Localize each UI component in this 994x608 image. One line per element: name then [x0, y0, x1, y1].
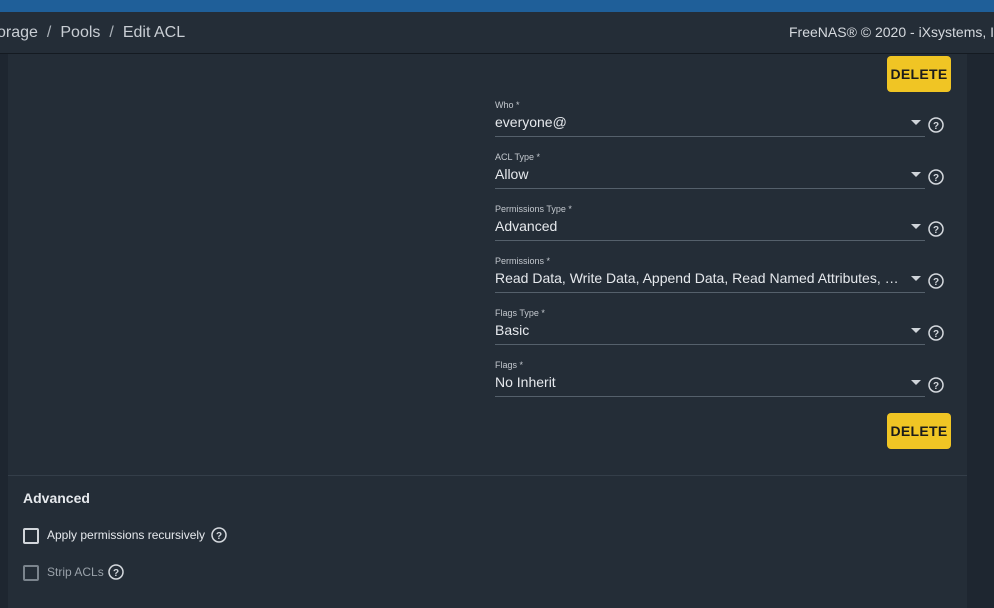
- top-accent-strip: [0, 0, 994, 12]
- help-circle-icon[interactable]: ?: [211, 527, 227, 543]
- delete-ace-button[interactable]: DELETE: [887, 413, 951, 449]
- strip-acls-checkbox[interactable]: [23, 565, 39, 581]
- chevron-down-icon: [911, 224, 921, 229]
- breadcrumb-pools[interactable]: Pools: [60, 24, 100, 41]
- breadcrumb: orage / Pools / Edit ACL: [0, 12, 185, 53]
- field-underline: [495, 344, 925, 345]
- who-label: Who *: [495, 100, 520, 110]
- acl-type-value: Allow: [495, 166, 529, 182]
- breadcrumb-storage[interactable]: orage: [0, 24, 38, 41]
- apply-recursively-checkbox[interactable]: [23, 528, 39, 544]
- section-divider: [8, 475, 967, 476]
- help-circle-icon[interactable]: ?: [928, 273, 944, 289]
- permissions-type-select[interactable]: Permissions Type * Advanced: [495, 204, 925, 246]
- svg-text:?: ?: [933, 173, 939, 184]
- flags-type-value: Basic: [495, 322, 530, 338]
- copyright-text: FreeNAS® © 2020 - iXsystems, In: [789, 24, 994, 40]
- permissions-value: Read Data, Write Data, Append Data, Read…: [495, 270, 903, 286]
- help-circle-icon[interactable]: ?: [928, 117, 944, 133]
- field-underline: [495, 136, 925, 137]
- advanced-section-title: Advanced: [23, 490, 90, 506]
- flags-type-label: Flags Type *: [495, 308, 545, 318]
- field-underline: [495, 188, 925, 189]
- field-underline: [495, 292, 925, 293]
- acl-type-label: ACL Type *: [495, 152, 541, 162]
- chevron-down-icon: [911, 380, 921, 385]
- who-value: everyone@: [495, 114, 567, 130]
- svg-text:?: ?: [933, 381, 939, 392]
- help-circle-icon[interactable]: ?: [928, 377, 944, 393]
- permissions-select[interactable]: Permissions * Read Data, Write Data, App…: [495, 256, 925, 298]
- chevron-down-icon: [911, 120, 921, 125]
- help-circle-icon[interactable]: ?: [108, 564, 124, 580]
- permissions-type-label: Permissions Type *: [495, 204, 572, 214]
- help-circle-icon[interactable]: ?: [928, 221, 944, 237]
- svg-text:?: ?: [933, 121, 939, 132]
- flags-label: Flags *: [495, 360, 524, 370]
- breadcrumb-separator: /: [109, 24, 114, 41]
- page-header: orage / Pools / Edit ACL FreeNAS® © 2020 - i…: [0, 12, 994, 54]
- svg-text:?: ?: [933, 225, 939, 236]
- flags-select[interactable]: Flags * No Inherit: [495, 360, 925, 402]
- permissions-label: Permissions *: [495, 256, 551, 266]
- breadcrumb-separator: /: [46, 24, 52, 41]
- flags-type-select[interactable]: Flags Type * Basic: [495, 308, 925, 350]
- chevron-down-icon: [911, 328, 921, 333]
- help-circle-icon[interactable]: ?: [928, 169, 944, 185]
- field-underline: [495, 396, 925, 397]
- svg-text:?: ?: [933, 329, 939, 340]
- who-select[interactable]: Who * everyone@: [495, 100, 925, 142]
- svg-text:?: ?: [216, 531, 222, 542]
- flags-value: No Inherit: [495, 374, 556, 390]
- help-circle-icon[interactable]: ?: [928, 325, 944, 341]
- svg-text:?: ?: [933, 277, 939, 288]
- chevron-down-icon: [911, 276, 921, 281]
- chevron-down-icon: [911, 172, 921, 177]
- svg-text:?: ?: [113, 568, 119, 579]
- breadcrumb-edit-acl: Edit ACL: [122, 24, 186, 41]
- acl-type-select[interactable]: ACL Type * Allow: [495, 152, 925, 194]
- apply-recursively-label[interactable]: Apply permissions recursively: [47, 528, 205, 542]
- strip-acls-label[interactable]: Strip ACLs: [47, 565, 104, 579]
- permissions-type-value: Advanced: [495, 218, 558, 234]
- field-underline: [495, 240, 925, 241]
- delete-ace-button-top[interactable]: DELETE: [887, 56, 951, 92]
